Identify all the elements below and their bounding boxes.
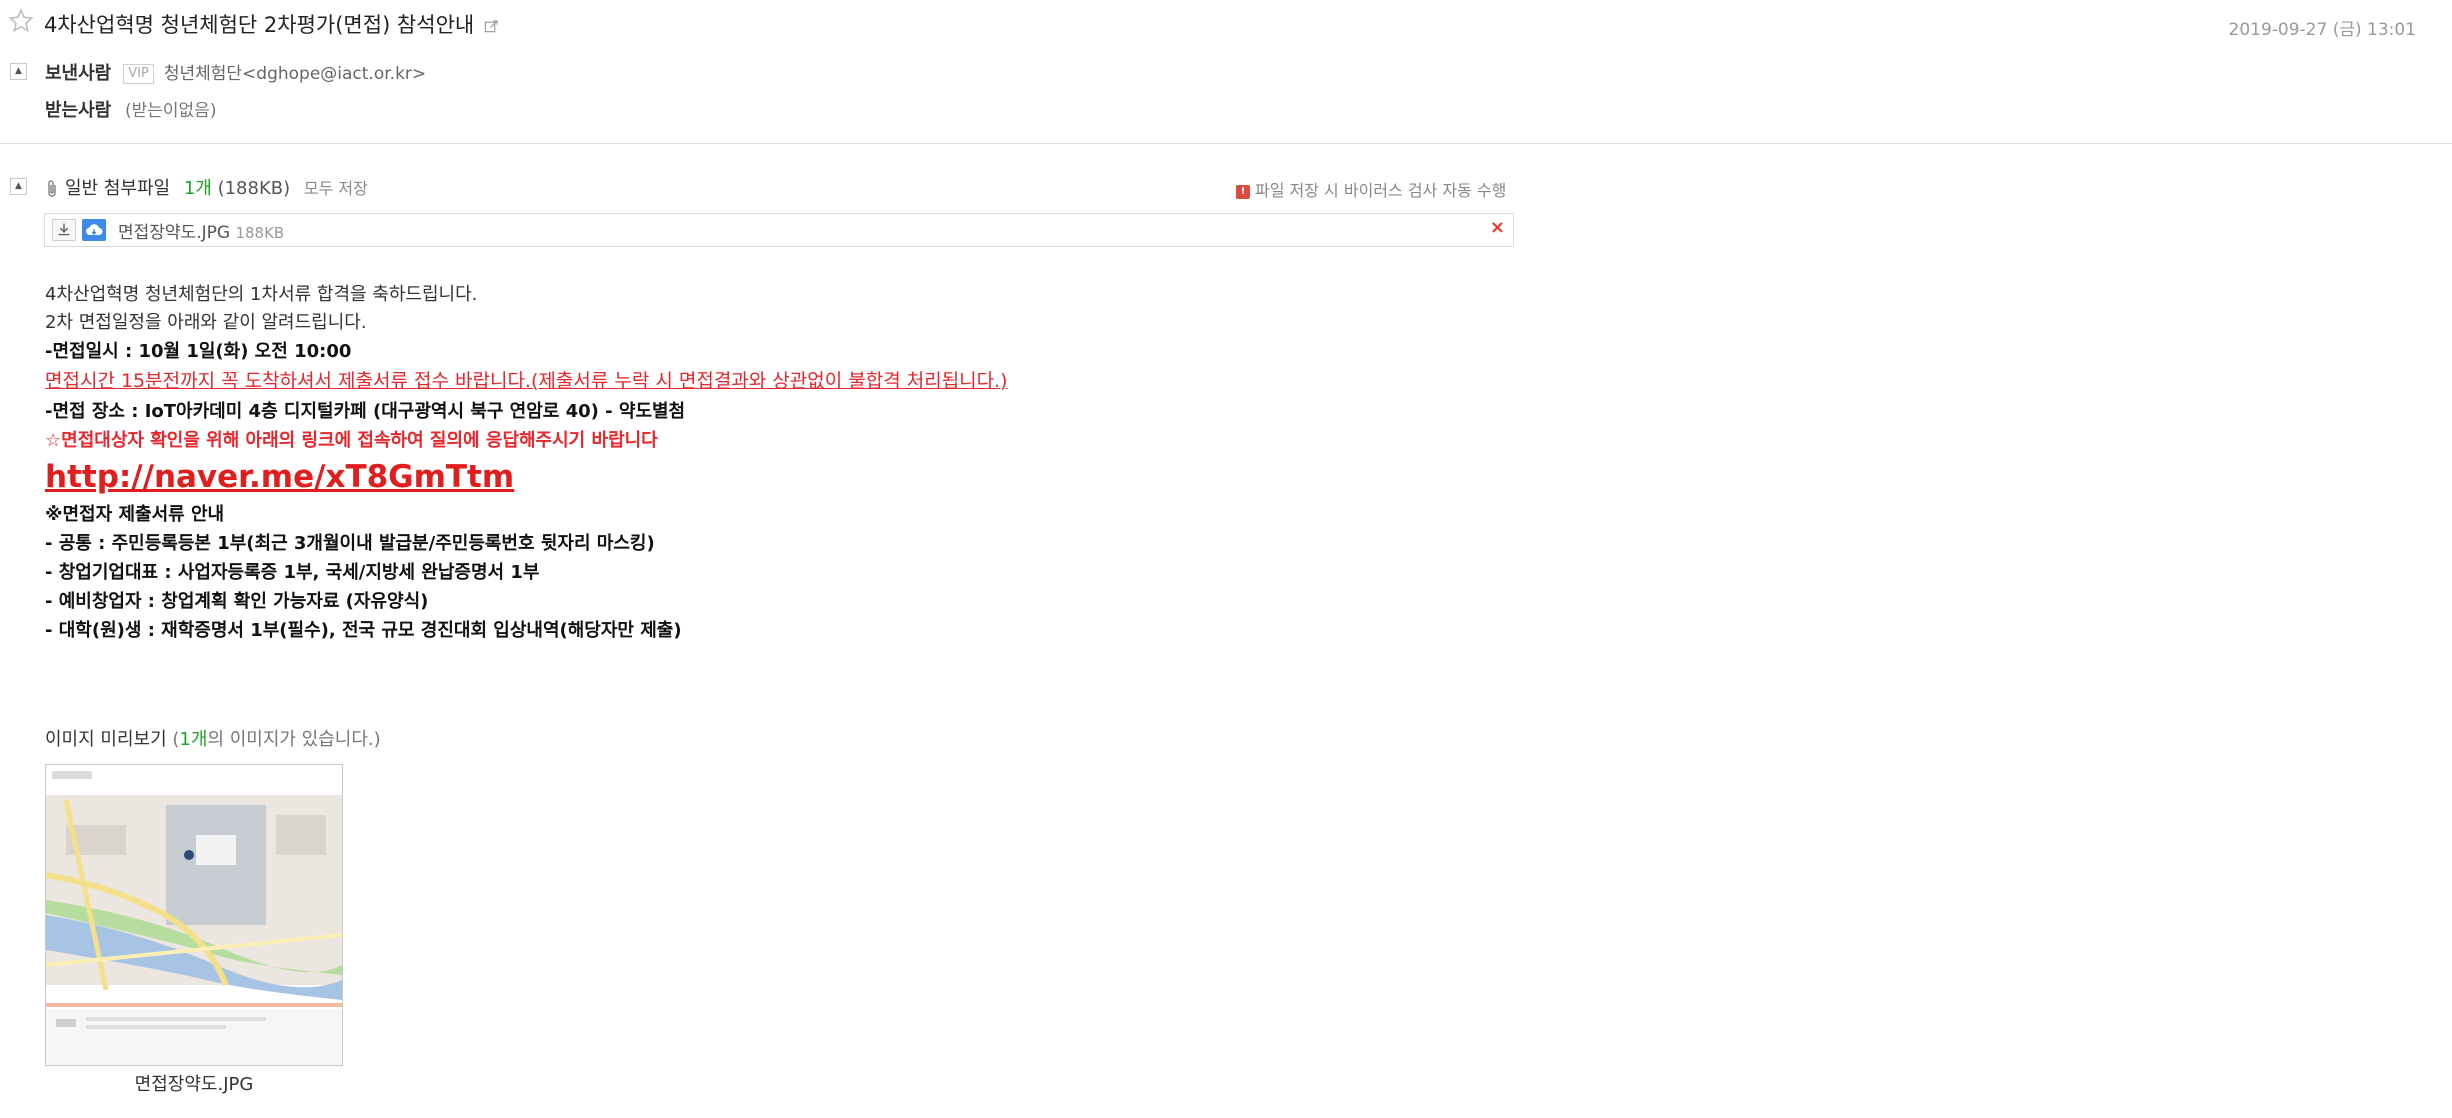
remove-attachment-icon[interactable]: × xyxy=(1490,217,1505,238)
sender-label: 보낸사람 xyxy=(45,63,112,84)
paperclip-icon xyxy=(48,180,56,197)
image-preview-label: 이미지 미리보기 xyxy=(45,729,167,750)
attachment-header: 일반 첨부파일 1개 (188KB) 모두 저장 xyxy=(45,174,368,200)
attachment-size: (188KB) xyxy=(217,178,291,199)
body-line: 2차 면접일정을 아래와 같이 알려드립니다. xyxy=(45,312,367,333)
virus-notice-text: 파일 저장 시 바이러스 검사 자동 수행 xyxy=(1255,181,1507,200)
survey-request: ☆면접대상자 확인을 위해 아래의 링크에 접속하여 질의에 응답해주시기 바랍… xyxy=(45,430,658,451)
interview-location: -면접 장소 : IoT아카데미 4층 디지털카페 (대구광역시 북구 연암로 … xyxy=(45,401,686,422)
document-item: - 공통 : 주민등록등본 1부(최근 3개월이내 발급분/주민등록번호 뒷자리… xyxy=(45,533,655,554)
attachment-title: 일반 첨부파일 xyxy=(65,178,171,199)
sender-toggle-icon[interactable]: ▲ xyxy=(10,63,27,80)
header-divider xyxy=(0,143,2452,144)
virus-notice: ! 파일 저장 시 바이러스 검사 자동 수행 xyxy=(1236,177,1506,201)
image-preview-header: 이미지 미리보기 (1개의 이미지가 있습니다.) xyxy=(45,725,381,751)
vip-badge: VIP xyxy=(123,64,154,84)
save-all-link[interactable]: 모두 저장 xyxy=(304,179,368,198)
documents-heading: ※면접자 제출서류 안내 xyxy=(45,504,225,525)
document-item: - 예비창업자 : 창업계획 확인 가능자료 (자유양식) xyxy=(45,591,429,612)
image-count-suffix: 의 이미지가 있습니다.) xyxy=(207,729,381,750)
sender-row: 보낸사람 VIP 청년체험단<dghope@iact.or.kr> xyxy=(45,59,426,85)
attachment-filename[interactable]: 면접장약도.JPG xyxy=(118,223,230,243)
mail-subject: 4차산업혁명 청년체험단 2차평가(면접) 참석안내 xyxy=(44,9,499,39)
receiver-value: (받는이없음) xyxy=(124,101,217,121)
thumbnail-caption[interactable]: 면접장약도.JPG xyxy=(45,1070,343,1096)
map-thumbnail-image xyxy=(46,765,342,1065)
alert-icon: ! xyxy=(1236,184,1250,199)
sender-address[interactable]: 청년체험단<dghope@iact.or.kr> xyxy=(164,64,426,84)
receiver-row: 받는사람 (받는이없음) xyxy=(45,96,216,122)
image-count: 1개 xyxy=(179,729,208,750)
attachment-file[interactable]: 면접장약도.JPG 188KB xyxy=(118,218,284,243)
body-line: 4차산업혁명 청년체험단의 1차서류 합격을 축하드립니다. xyxy=(45,284,478,305)
document-item: - 창업기업대표 : 사업자등록증 1부, 국세/지방세 완납증명서 1부 xyxy=(45,562,540,583)
image-thumbnail[interactable] xyxy=(45,764,343,1066)
download-icon[interactable] xyxy=(52,219,76,241)
mail-date: 2019-09-27 (금) 13:01 xyxy=(2228,20,2417,40)
attachment-count: 1개 xyxy=(183,178,212,199)
external-window-icon[interactable] xyxy=(484,19,499,34)
attachment-item: 면접장약도.JPG 188KB × xyxy=(44,213,1514,247)
cloud-save-icon[interactable] xyxy=(82,219,106,241)
document-item: - 대학(원)생 : 재학증명서 1부(필수), 전국 규모 경진대회 입상내역… xyxy=(45,620,682,641)
subject-text: 4차산업혁명 청년체험단 2차평가(면접) 참석안내 xyxy=(44,13,475,37)
survey-link[interactable]: http://naver.me/xT8GmTtm xyxy=(45,459,514,495)
arrival-notice: 면접시간 15분전까지 꼭 도착하셔서 제출서류 접수 바랍니다.(제출서류 누… xyxy=(45,370,1008,392)
star-icon[interactable] xyxy=(8,8,34,34)
receiver-label: 받는사람 xyxy=(45,100,112,121)
attachment-filesize: 188KB xyxy=(235,224,285,242)
attachment-toggle-icon[interactable]: ▲ xyxy=(10,178,27,195)
interview-datetime: -면접일시 : 10월 1일(화) 오전 10:00 xyxy=(45,341,352,362)
